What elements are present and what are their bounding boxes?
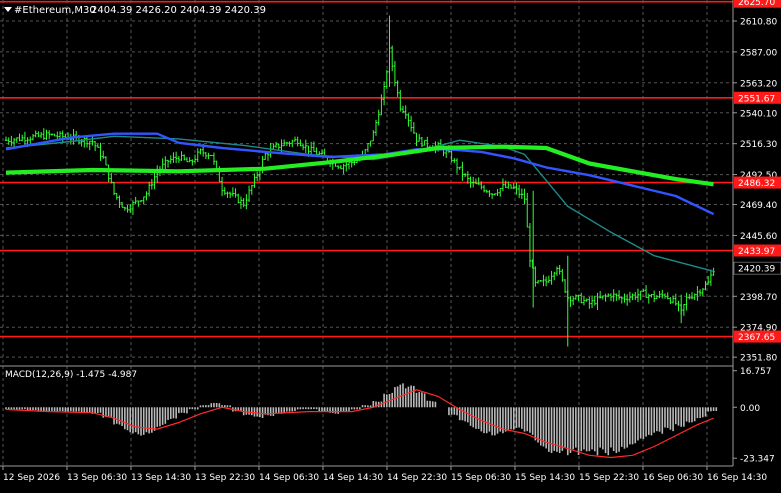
- time-axis-label: 14 Sep 06:30: [259, 473, 319, 483]
- chart-canvas[interactable]: #Ethereum,M30 2404.39 2426.20 2404.39 24…: [0, 0, 781, 489]
- price-axis-label: 2516.30: [740, 140, 777, 150]
- level-price-label: 2433.97: [738, 247, 775, 257]
- macd-axis-label: -23.347: [740, 455, 775, 465]
- chart-header: #Ethereum,M30 2404.39 2426.20 2404.39 24…: [4, 5, 266, 16]
- time-axis-label: 15 Sep 14:30: [515, 473, 575, 483]
- time-axis-label: 13 Sep 22:30: [195, 473, 255, 483]
- price-axis-label: 2563.20: [740, 79, 777, 89]
- symbol-label: #Ethereum,M30: [14, 5, 96, 16]
- level-price-label: 2551.67: [738, 94, 775, 104]
- price-axis-label: 2587.00: [740, 48, 777, 58]
- time-axis-label: 16 Sep 14:30: [707, 473, 767, 483]
- time-axis-label: 13 Sep 14:30: [131, 473, 191, 483]
- price-axis-label: 2351.80: [740, 354, 777, 364]
- level-price-label: 2486.32: [738, 179, 775, 189]
- price-axis-label: 2445.60: [740, 232, 777, 242]
- time-axis-label: 13 Sep 06:30: [67, 473, 127, 483]
- level-price-label: 2625.70: [738, 0, 775, 8]
- macd-axis-label: 16.757: [740, 367, 772, 377]
- time-axis-label: 12 Sep 2026: [3, 473, 60, 483]
- level-price-label: 2367.65: [738, 333, 775, 343]
- macd-label: MACD(12,26,9) -1.475 -4.987: [5, 370, 137, 380]
- macd-axis-label: 0.00: [740, 404, 760, 414]
- current-price-label: 2420.39: [738, 265, 775, 275]
- price-axis-label: 2469.40: [740, 201, 777, 211]
- time-axis-label: 16 Sep 06:30: [643, 473, 703, 483]
- time-axis-label: 14 Sep 14:30: [323, 473, 383, 483]
- ohlc-readout: 2404.39 2426.20 2404.39 2420.39: [91, 5, 266, 16]
- time-axis-label: 15 Sep 22:30: [579, 473, 639, 483]
- price-axis-label: 2540.10: [740, 109, 777, 119]
- chart-window[interactable]: #Ethereum,M30 2404.39 2426.20 2404.39 24…: [0, 0, 781, 489]
- price-axis-label: 2398.70: [740, 293, 777, 303]
- price-axis-label: 2610.80: [740, 18, 777, 28]
- time-axis-label: 15 Sep 06:30: [451, 473, 511, 483]
- time-axis-label: 14 Sep 22:30: [387, 473, 447, 483]
